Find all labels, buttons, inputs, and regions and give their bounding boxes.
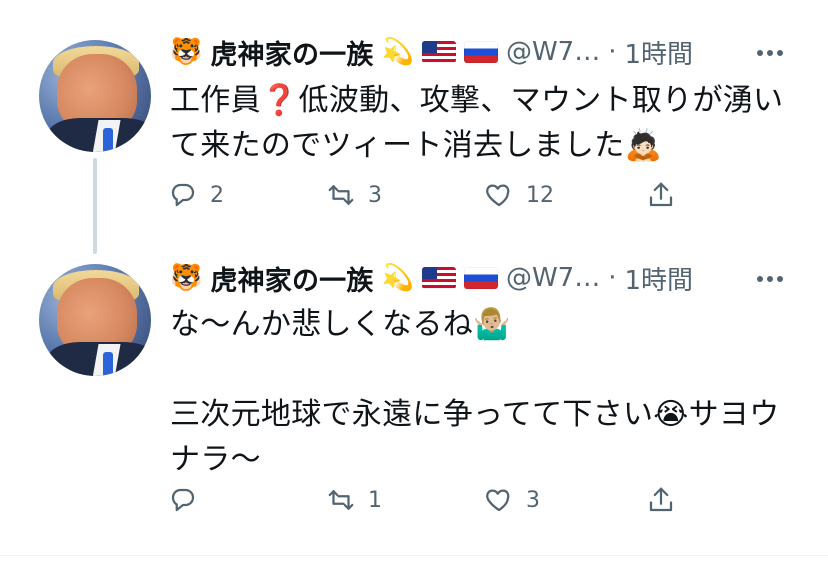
us-flag-icon xyxy=(421,267,456,289)
tweet-header: 🐯 虎神家の一族 💫 @W7… · 1時間 xyxy=(170,33,693,72)
user-handle[interactable]: @W7… xyxy=(506,37,600,67)
retweet-count: 1 xyxy=(368,487,382,513)
display-name[interactable]: 虎神家の一族 xyxy=(210,33,373,72)
retweet-arrows-icon xyxy=(328,185,354,205)
reply-button[interactable] xyxy=(168,485,210,515)
avatar[interactable] xyxy=(39,264,151,376)
dizzy-emoji-icon: 💫 xyxy=(381,263,414,293)
tweet-text-spacer xyxy=(170,347,810,392)
tweet-text: 工作員❓低波動、攻撃、マウント取りが湧い て来たのでツィート消去しました🙇🏻 xyxy=(170,78,810,168)
retweet-count: 3 xyxy=(368,182,382,208)
tweet-2[interactable]: 🐯 虎神家の一族 💫 @W7… · 1時間 な〜んか悲しくなるね🤷🏼‍♂️ 三次… xyxy=(0,240,828,555)
tweet-header: 🐯 虎神家の一族 💫 @W7… · 1時間 xyxy=(170,259,693,298)
like-button[interactable]: 3 xyxy=(484,485,540,515)
share-button[interactable] xyxy=(646,180,676,210)
us-flag-icon xyxy=(421,41,456,63)
more-options-button[interactable] xyxy=(752,264,788,294)
reply-bubble-icon xyxy=(171,488,195,512)
tweet-actions: 1 3 xyxy=(168,485,688,515)
share-upload-icon xyxy=(649,182,673,207)
reply-count: 2 xyxy=(210,182,224,208)
dizzy-emoji-icon: 💫 xyxy=(381,37,414,67)
display-name[interactable]: 虎神家の一族 xyxy=(210,259,373,298)
ru-flag-icon xyxy=(463,41,498,63)
retweet-button[interactable]: 1 xyxy=(326,485,382,515)
share-button[interactable] xyxy=(646,485,676,515)
heart-icon xyxy=(486,489,510,512)
heart-icon xyxy=(486,184,510,207)
separator-dot: · xyxy=(608,37,617,67)
reply-bubble-icon xyxy=(171,183,195,207)
tweet-1[interactable]: 🐯 虎神家の一族 💫 @W7… · 1時間 工作員❓低波動、攻撃、マウント取りが… xyxy=(0,0,828,240)
more-horizontal-icon xyxy=(757,50,783,56)
separator-dot: · xyxy=(608,263,617,293)
tiger-emoji-icon: 🐯 xyxy=(170,37,203,67)
timestamp[interactable]: 1時間 xyxy=(624,260,693,297)
tweet-text-line: ナラ〜 xyxy=(170,442,261,477)
tweet-text-line: 三次元地球で永遠に争ってて下さい😭サヨウ xyxy=(170,397,780,432)
avatar-tie xyxy=(103,352,113,376)
ru-flag-icon xyxy=(463,267,498,289)
like-count: 12 xyxy=(526,182,554,208)
avatar[interactable] xyxy=(39,40,151,152)
reply-button[interactable]: 2 xyxy=(168,180,224,210)
retweet-arrows-icon xyxy=(328,490,354,510)
tweet-text-line: て来たのでツィート消去しました🙇🏻 xyxy=(170,128,663,163)
more-horizontal-icon xyxy=(757,276,783,282)
tweet-text-line: な〜んか悲しくなるね🤷🏼‍♂️ xyxy=(170,307,511,342)
timestamp[interactable]: 1時間 xyxy=(624,34,693,71)
more-options-button[interactable] xyxy=(752,38,788,68)
user-handle[interactable]: @W7… xyxy=(506,263,600,293)
share-upload-icon xyxy=(649,487,673,512)
retweet-button[interactable]: 3 xyxy=(326,180,382,210)
tweet-actions: 2 3 12 xyxy=(168,180,688,210)
like-count: 3 xyxy=(526,487,540,513)
like-button[interactable]: 12 xyxy=(484,180,554,210)
avatar-tie xyxy=(103,128,113,152)
bottom-divider xyxy=(0,555,828,556)
tweet-text-line: 工作員❓低波動、攻撃、マウント取りが湧い xyxy=(170,83,784,118)
tweet-text: な〜んか悲しくなるね🤷🏼‍♂️ 三次元地球で永遠に争ってて下さい😭サヨウ ナラ〜 xyxy=(170,302,810,482)
tiger-emoji-icon: 🐯 xyxy=(170,263,203,293)
